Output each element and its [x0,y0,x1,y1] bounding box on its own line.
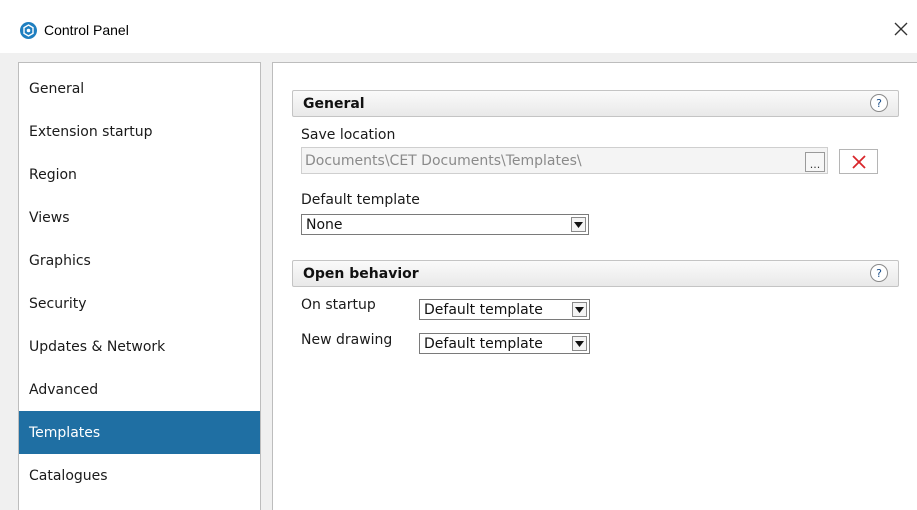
on-startup-value: Default template [424,301,543,318]
sidebar-item-views[interactable]: Views [19,196,260,239]
new-drawing-label: New drawing [301,332,393,348]
default-template-value: None [306,216,343,233]
save-location-value: Documents\CET Documents\Templates\ [305,152,582,169]
sidebar-item-general[interactable]: General [19,67,260,110]
sidebar-item-label: Updates & Network [29,338,166,355]
sidebar-item-security[interactable]: Security [19,282,260,325]
save-location-label: Save location [301,127,396,143]
default-template-label: Default template [301,192,420,208]
new-drawing-select[interactable]: Default template [419,333,590,354]
sidebar-item-label: Graphics [29,252,91,269]
close-icon [894,22,908,36]
section-title: General [303,95,365,112]
sidebar-item-label: Extension startup [29,123,153,140]
section-title: Open behavior [303,265,419,282]
sidebar-item-catalogues[interactable]: Catalogues [19,454,260,497]
sidebar-item-label: Views [29,209,70,226]
close-button[interactable] [888,16,914,42]
open-behavior-section-header: Open behavior ? [292,260,899,287]
sidebar-item-label: Catalogues [29,467,108,484]
save-location-field[interactable]: Documents\CET Documents\Templates\ [301,147,828,174]
chevron-down-icon [572,336,587,351]
help-icon[interactable]: ? [870,94,888,112]
sidebar-item-label: Region [29,166,77,183]
sidebar-item-region[interactable]: Region [19,153,260,196]
templates-settings-panel: General ? Save location Documents\CET Do… [272,62,917,510]
help-icon[interactable]: ? [870,264,888,282]
on-startup-label: On startup [301,297,376,313]
sidebar-item-graphics[interactable]: Graphics [19,239,260,282]
general-section-header: General ? [292,90,899,117]
title-bar: Control Panel [0,0,917,53]
clear-x-icon [851,154,866,169]
browse-button[interactable]: ... [805,152,825,172]
on-startup-select[interactable]: Default template [419,299,590,320]
sidebar-item-label: Security [29,295,87,312]
sidebar-item-updates-network[interactable]: Updates & Network [19,325,260,368]
new-drawing-value: Default template [424,335,543,352]
sidebar-item-label: General [29,80,85,97]
app-logo-icon [20,22,37,39]
clear-location-button[interactable] [839,149,878,174]
sidebar-item-label: Advanced [29,381,99,398]
chevron-down-icon [571,217,586,232]
control-panel-window: Control Panel General Extension startup … [0,0,917,510]
sidebar-item-label: Templates [29,424,101,441]
sidebar-nav: General Extension startup Region Views G… [18,62,261,510]
default-template-select[interactable]: None [301,214,589,235]
sidebar-item-templates[interactable]: Templates [19,411,260,454]
window-title: Control Panel [44,22,129,38]
sidebar-item-advanced[interactable]: Advanced [19,368,260,411]
sidebar-item-extension-startup[interactable]: Extension startup [19,110,260,153]
chevron-down-icon [572,302,587,317]
